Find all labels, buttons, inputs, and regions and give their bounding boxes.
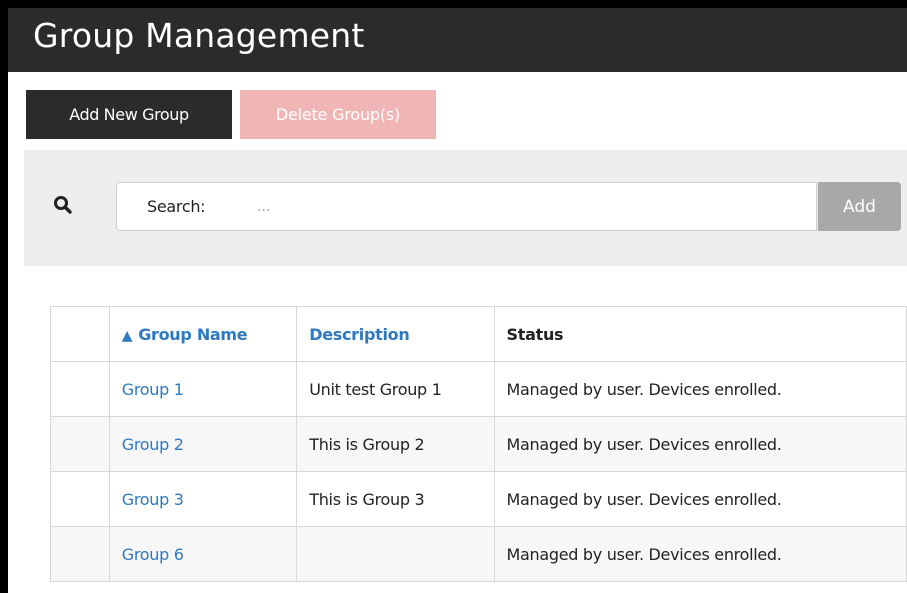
group-name-link[interactable]: Group 6 <box>122 545 184 564</box>
group-name-link[interactable]: Group 2 <box>122 435 184 454</box>
add-new-group-button[interactable]: Add New Group <box>26 90 232 139</box>
sort-ascending-icon: ▲ <box>121 327 133 344</box>
group-name-column-header[interactable]: ▲ Group Name <box>108 306 298 362</box>
status-cell: Managed by user. Devices enrolled. <box>493 416 907 472</box>
group-name-link[interactable]: Group 3 <box>122 490 184 509</box>
table-row[interactable]: Group 6 Managed by user. Devices enrolle… <box>50 526 907 582</box>
status-header-label: Status <box>506 324 564 344</box>
row-select-cell[interactable] <box>50 471 110 527</box>
group-name-cell: Group 1 <box>108 361 298 417</box>
search-input[interactable] <box>255 193 799 221</box>
groups-table: ▲ Group Name Description Status Group 1 U… <box>50 306 907 582</box>
status-cell: Managed by user. Devices enrolled. <box>493 526 907 582</box>
delete-groups-button[interactable]: Delete Group(s) <box>240 90 436 139</box>
group-name-cell: Group 3 <box>108 471 298 527</box>
group-name-cell: Group 6 <box>108 526 298 582</box>
row-select-cell[interactable] <box>50 416 110 472</box>
select-column-header <box>50 306 110 362</box>
description-cell: This is Group 2 <box>296 416 495 472</box>
description-column-header[interactable]: Description <box>296 306 495 362</box>
status-cell: Managed by user. Devices enrolled. <box>493 471 907 527</box>
group-name-link[interactable]: Group 1 <box>122 380 184 399</box>
app-window: Group Management Add New Group Delete Gr… <box>8 8 907 593</box>
group-name-cell: Group 2 <box>108 416 298 472</box>
description-cell: Unit test Group 1 <box>296 361 495 417</box>
table-row[interactable]: Group 1 Unit test Group 1 Managed by use… <box>50 361 907 417</box>
table-row[interactable]: Group 2 This is Group 2 Managed by user.… <box>50 416 907 472</box>
search-add-button[interactable]: Add <box>818 182 901 231</box>
status-column-header: Status <box>493 306 907 362</box>
search-icon[interactable] <box>52 194 74 216</box>
table-header-row: ▲ Group Name Description Status <box>50 306 907 362</box>
search-field: Search: <box>116 182 817 231</box>
page-header: Group Management <box>8 8 907 72</box>
row-select-cell[interactable] <box>50 526 110 582</box>
description-cell: This is Group 3 <box>296 471 495 527</box>
group-name-header-label: Group Name <box>138 324 248 344</box>
row-select-cell[interactable] <box>50 361 110 417</box>
description-header-label: Description <box>309 324 410 344</box>
search-label: Search: <box>147 197 206 216</box>
status-cell: Managed by user. Devices enrolled. <box>493 361 907 417</box>
search-panel: Search: Add <box>24 150 907 266</box>
page-title: Group Management <box>33 16 365 55</box>
description-cell <box>296 526 495 582</box>
table-row[interactable]: Group 3 This is Group 3 Managed by user.… <box>50 471 907 527</box>
groups-table-container: ▲ Group Name Description Status Group 1 U… <box>50 306 907 582</box>
